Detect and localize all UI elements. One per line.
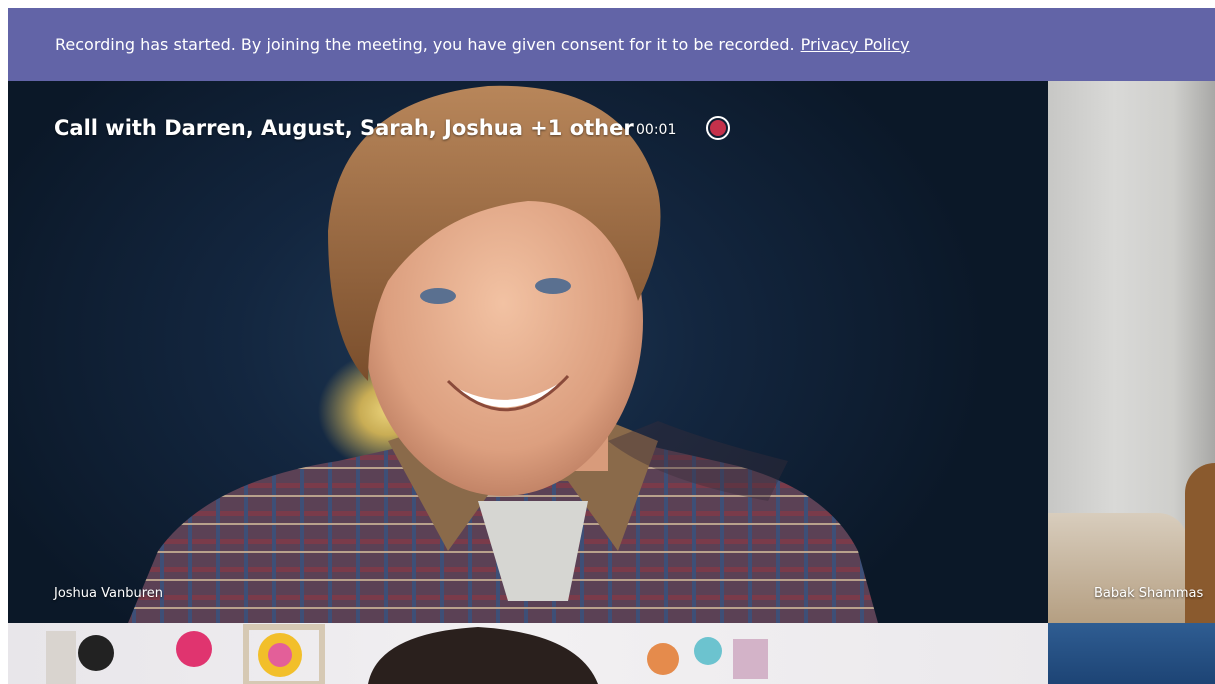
banner-message: Recording has started. By joining the me… [55,35,795,54]
call-title: Call with Darren, August, Sarah, Joshua … [54,116,634,140]
participant-name-label: Babak Shammas [1094,586,1204,601]
participant-name-label: Joshua Vanburen [54,586,164,601]
background-sofa [1048,513,1188,623]
bottom-right-video-tile[interactable] [1048,623,1215,684]
recording-consent-banner: Recording has started. By joining the me… [8,8,1215,81]
side-video-tile[interactable]: Babak Shammas [1048,81,1215,623]
record-dot [710,120,726,136]
bottom-tile-illustration [46,624,768,684]
call-timer: 00:01 [636,122,677,138]
bottom-video-tile[interactable] [8,623,1048,684]
main-video-tile[interactable]: Call with Darren, August, Sarah, Joshua … [8,81,1048,623]
participant-video-illustration [128,85,878,623]
record-icon [706,116,730,140]
privacy-policy-link[interactable]: Privacy Policy [801,35,910,54]
